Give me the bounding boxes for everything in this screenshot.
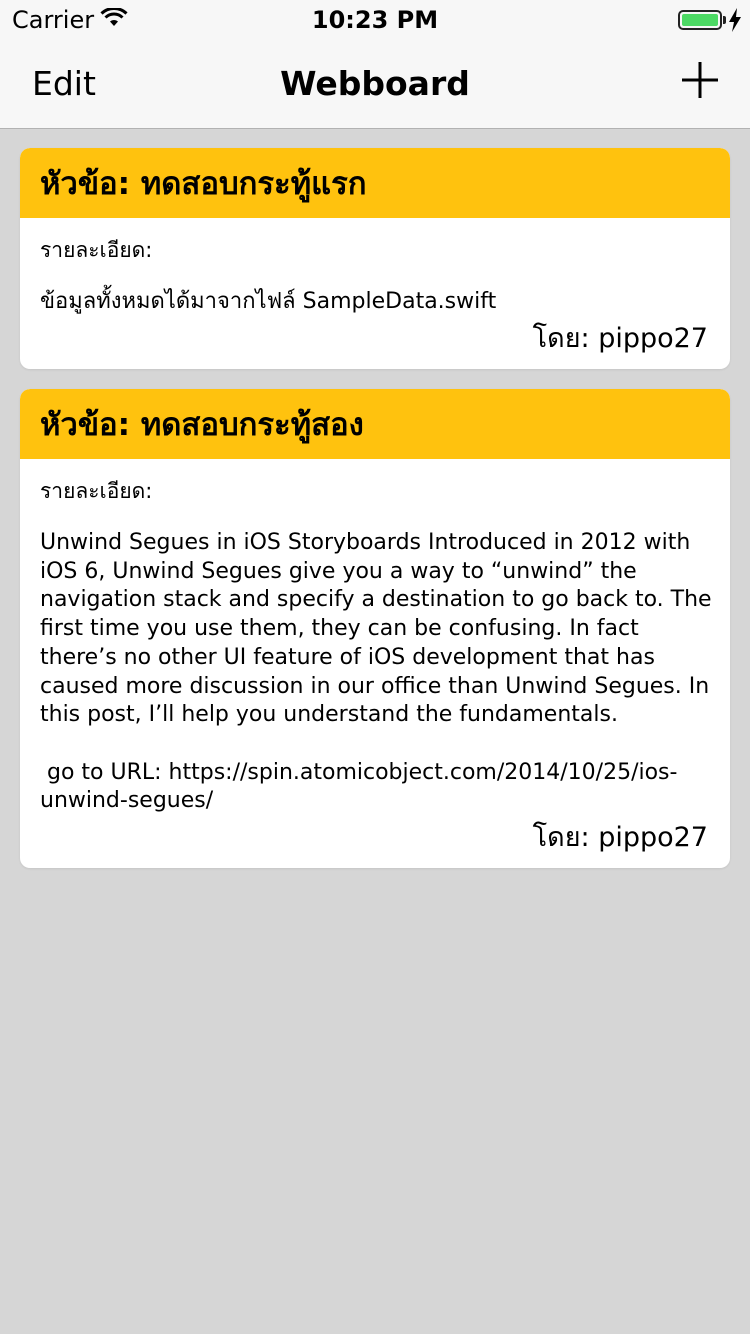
post-card[interactable]: หัวข้อ: ทดสอบกระทู้แรก รายละเอียด: ข้อมู… (20, 148, 730, 369)
post-title: หัวข้อ: ทดสอบกระทู้สอง (40, 407, 364, 443)
post-title: หัวข้อ: ทดสอบกระทู้แรก (40, 166, 367, 202)
post-author: โดย: pippo27 (532, 822, 708, 853)
post-body: Unwind Segues in iOS Storyboards Introdu… (40, 530, 712, 814)
battery-tip (723, 16, 726, 24)
add-post-button[interactable] (682, 62, 718, 98)
status-time: 10:23 PM (311, 6, 439, 34)
detail-label: รายละเอียด: (40, 479, 153, 503)
page-title: Webboard (280, 64, 470, 103)
charging-bolt-icon (729, 8, 741, 32)
battery-icon (678, 10, 722, 30)
status-bar: Carrier 10:23 PM (0, 0, 750, 40)
post-body: ข้อมูลทั้งหมดได้มาจากไฟล์ SampleData.swi… (40, 289, 497, 314)
post-header: หัวข้อ: ทดสอบกระทู้แรก (20, 148, 730, 218)
post-author: โดย: pippo27 (532, 323, 708, 354)
detail-label: รายละเอียด: (40, 238, 153, 262)
navigation-bar: Edit Webboard (0, 40, 750, 129)
post-header: หัวข้อ: ทดสอบกระทู้สอง (20, 389, 730, 459)
post-card[interactable]: หัวข้อ: ทดสอบกระทู้สอง รายละเอียด: Unwin… (20, 389, 730, 868)
